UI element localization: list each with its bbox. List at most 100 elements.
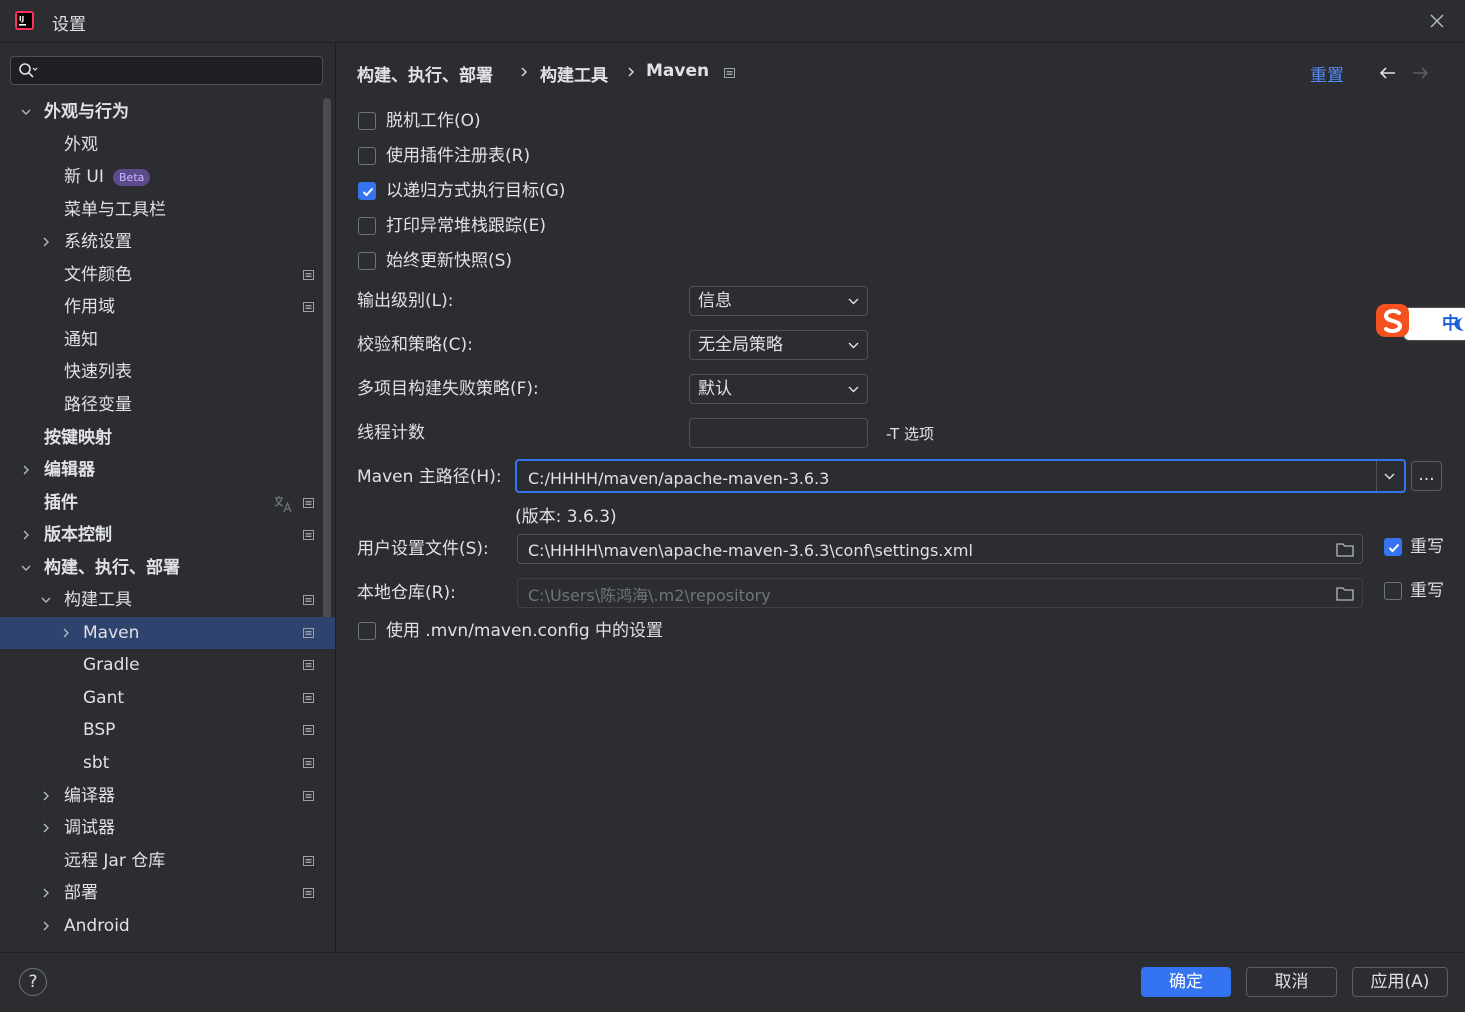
maven-home-input[interactable] (526, 466, 1370, 490)
folder-icon[interactable] (1336, 542, 1354, 557)
sidebar-item[interactable]: 编辑器 (0, 454, 335, 486)
project-scope-icon (303, 660, 314, 671)
sidebar-item-label: 构建工具 (64, 590, 132, 611)
option-checkbox[interactable] (358, 112, 376, 130)
sidebar-item[interactable]: 新 UI Beta (0, 161, 335, 193)
chevron-down-icon[interactable] (1384, 473, 1395, 480)
checksum-policy-combo[interactable]: 无全局策略 (689, 330, 868, 360)
sidebar-item[interactable]: Maven (0, 616, 335, 649)
sidebar-item[interactable]: 构建、执行、部署 (0, 552, 335, 584)
project-scope-icon (303, 790, 314, 801)
window-title: 设置 (52, 15, 86, 35)
user-settings-input[interactable] (526, 538, 1330, 562)
multiproject-fail-combo[interactable]: 默认 (689, 374, 868, 404)
chevron-right-icon[interactable] (41, 921, 51, 931)
local-repo-input (526, 582, 1330, 606)
sidebar-item[interactable]: 系统设置 (0, 226, 335, 258)
sidebar-item[interactable]: Android (0, 910, 335, 942)
folder-icon[interactable] (1336, 586, 1354, 601)
close-icon[interactable] (1427, 11, 1447, 31)
sidebar-item-label: 远程 Jar 仓库 (64, 850, 166, 871)
option-checkbox[interactable] (358, 217, 376, 235)
help-button[interactable]: ? (19, 968, 47, 996)
sidebar-item[interactable]: 编译器 (0, 780, 335, 812)
sidebar-item[interactable]: Gradle (0, 649, 335, 681)
chevron-right-icon[interactable] (21, 465, 31, 475)
sidebar-item[interactable]: 远程 Jar 仓库 (0, 845, 335, 877)
sidebar-item[interactable]: 文件颜色 (0, 259, 335, 291)
output-level-combo[interactable]: 信息 (689, 286, 868, 316)
ok-button[interactable]: 确定 (1141, 967, 1231, 997)
search-input[interactable] (43, 60, 317, 82)
sidebar-item[interactable]: 插件 (0, 487, 335, 519)
option-checkbox[interactable] (358, 147, 376, 165)
chevron-down-icon[interactable] (41, 595, 51, 605)
chevron-right-icon[interactable] (41, 237, 51, 247)
option-label: 脱机工作(O) (386, 111, 481, 131)
translate-icon (274, 495, 292, 512)
project-scope-icon (303, 302, 314, 313)
reset-link[interactable]: 重置 (1310, 61, 1344, 86)
chevron-right-icon[interactable] (41, 823, 51, 833)
chevron-down-icon[interactable] (21, 107, 31, 117)
project-scope-icon (303, 627, 314, 638)
chevron-right-icon[interactable] (41, 888, 51, 898)
settings-search[interactable] (10, 56, 323, 85)
breadcrumb-build[interactable]: 构建、执行、部署 (357, 61, 493, 86)
sidebar-item[interactable]: BSP (0, 714, 335, 746)
sidebar-item[interactable]: sbt (0, 747, 335, 779)
user-settings-field[interactable] (517, 534, 1363, 564)
sidebar-item[interactable]: 调试器 (0, 812, 335, 844)
mvn-config-checkbox[interactable] (358, 622, 376, 640)
project-scope-icon (303, 758, 314, 768)
browse-maven-home-button[interactable]: ... (1411, 461, 1442, 491)
sidebar-item[interactable]: 部署 (0, 877, 335, 909)
local-repo-override-checkbox[interactable] (1384, 582, 1402, 600)
breadcrumb-separator-icon (521, 67, 527, 77)
maven-home-combo[interactable] (515, 459, 1406, 493)
checkmark-icon (1388, 543, 1400, 553)
sidebar-item[interactable]: 路径变量 (0, 389, 335, 421)
local-repo-field[interactable] (517, 578, 1363, 608)
user-settings-override-checkbox[interactable] (1384, 538, 1402, 556)
chevron-right-icon[interactable] (21, 530, 31, 540)
sidebar-item[interactable]: 菜单与工具栏 (0, 194, 335, 226)
chevron-right-icon[interactable] (41, 791, 51, 801)
thread-count-field[interactable] (689, 418, 868, 448)
chevron-right-icon[interactable] (61, 628, 71, 638)
project-scope-icon (303, 497, 314, 508)
ime-status-bar[interactable]: 中 (1374, 302, 1465, 340)
option-checkbox[interactable] (358, 252, 376, 270)
project-scope-icon (303, 269, 314, 280)
sidebar-item-label: 快速列表 (64, 362, 132, 383)
sidebar-item[interactable]: 按键映射 (0, 422, 335, 454)
panel-divider[interactable] (335, 43, 336, 952)
chevron-down-icon (848, 386, 859, 393)
forward-arrow-icon[interactable] (1411, 66, 1429, 80)
sidebar-item[interactable]: 外观 (0, 129, 335, 161)
sidebar-item[interactable]: 外观与行为 (0, 96, 335, 128)
sidebar-item[interactable]: Gant (0, 682, 335, 714)
sidebar-item[interactable]: 快速列表 (0, 356, 335, 388)
combo-divider (1376, 461, 1377, 491)
sidebar-item-label: 编辑器 (44, 460, 95, 481)
breadcrumb-build-tools[interactable]: 构建工具 (540, 61, 608, 86)
back-arrow-icon[interactable] (1379, 66, 1397, 80)
sidebar-item[interactable]: 版本控制 (0, 519, 335, 551)
chevron-down-icon (848, 298, 859, 305)
sidebar-item[interactable]: 通知 (0, 324, 335, 356)
sidebar-item[interactable]: 作用域 (0, 291, 335, 323)
sidebar-item-label: 版本控制 (44, 525, 112, 546)
apply-button[interactable]: 应用(A) (1352, 967, 1448, 997)
project-scope-icon (303, 725, 314, 736)
title-bar: IJ 设置 (0, 0, 1465, 43)
sidebar-item-label: 作用域 (64, 297, 115, 318)
option-checkbox[interactable] (358, 182, 376, 200)
chevron-down-icon[interactable] (21, 563, 31, 573)
sidebar-item-label: 按键映射 (44, 427, 112, 448)
sidebar-item[interactable]: 构建工具 (0, 584, 335, 616)
override-label: 重写 (1410, 581, 1444, 601)
settings-sidebar: 外观与行为 外观新 UI Beta 菜单与工具栏 系统设置 文件颜色作用域通知快速列表路径… (0, 43, 335, 952)
thread-count-input[interactable] (698, 422, 862, 446)
cancel-button[interactable]: 取消 (1246, 967, 1337, 997)
